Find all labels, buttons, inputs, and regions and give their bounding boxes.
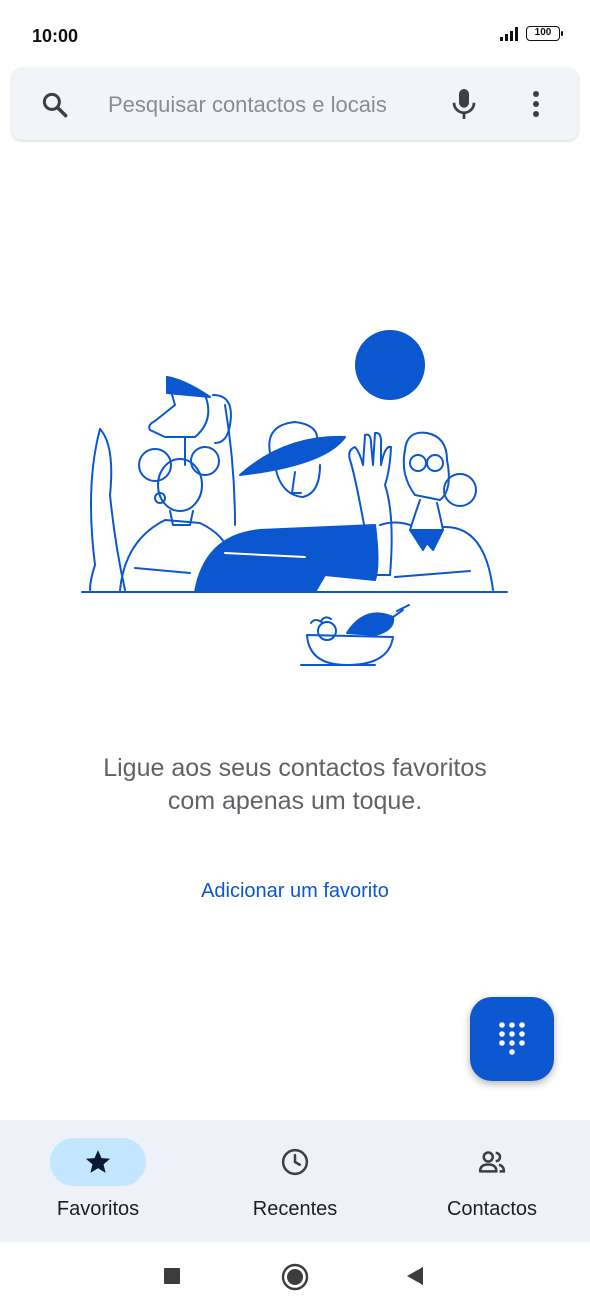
search-icon[interactable]	[40, 90, 70, 120]
nav-indicator	[50, 1138, 146, 1186]
people-icon	[478, 1151, 506, 1173]
signal-icon	[500, 26, 518, 41]
nav-indicator	[247, 1138, 343, 1186]
status-icons: 100	[500, 26, 563, 41]
tab-contacts[interactable]: Contactos	[394, 1120, 590, 1242]
bottom-navigation: Favoritos Recentes Contactos	[0, 1120, 590, 1242]
empty-state-message: Ligue aos seus contactos favoritos com a…	[103, 754, 487, 815]
star-icon	[85, 1150, 111, 1173]
status-bar: 10:00 100	[0, 0, 590, 64]
nav-indicator	[444, 1138, 540, 1186]
status-time: 10:00	[32, 26, 79, 46]
more-options-icon[interactable]	[524, 88, 548, 120]
dialpad-icon	[499, 1022, 525, 1055]
tab-recents[interactable]: Recentes	[197, 1120, 393, 1242]
tab-favorites-label: Favoritos	[56, 1198, 140, 1220]
favorites-illustration	[81, 330, 508, 666]
dialpad-button[interactable]	[470, 997, 554, 1081]
tab-favorites[interactable]: Favoritos	[0, 1120, 196, 1242]
battery-icon: 100	[526, 26, 563, 41]
tab-recents-label: Recentes	[252, 1198, 338, 1220]
add-favorite-link[interactable]: Adicionar um favorito	[95, 880, 495, 903]
system-navigation-bar	[0, 1242, 590, 1312]
search-bar[interactable]: Pesquisar contactos e locais	[12, 68, 578, 140]
back-triangle-icon[interactable]	[405, 1266, 425, 1286]
clock-icon	[281, 1148, 309, 1176]
tab-contacts-label: Contactos	[446, 1198, 538, 1220]
microphone-icon[interactable]	[449, 86, 479, 122]
search-input[interactable]: Pesquisar contactos e locais	[108, 92, 387, 118]
home-circle-icon[interactable]	[281, 1263, 309, 1291]
recents-square-icon[interactable]	[163, 1267, 181, 1285]
